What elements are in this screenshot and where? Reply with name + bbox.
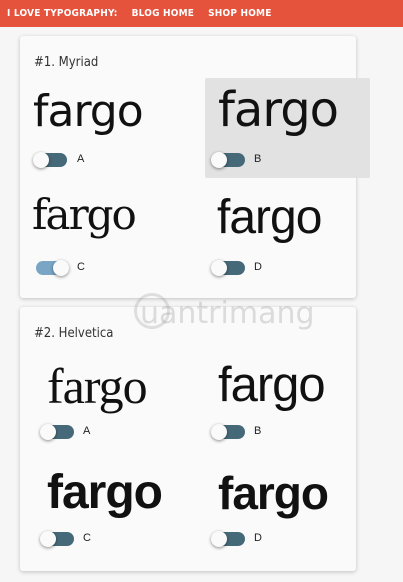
sample-word: fargo <box>32 190 137 239</box>
toggle-switch-b[interactable] <box>211 424 245 440</box>
quiz-card-helvetica: #2. Helvetica fargo A fargo B fargo C fa… <box>20 307 356 571</box>
option-tile-b[interactable]: fargo B <box>205 355 370 455</box>
toggle-switch-b[interactable] <box>211 152 245 168</box>
quiz-card-myriad: #1. Myriad fargo A fargo B fargo C fargo… <box>20 36 370 298</box>
sample-word: fargo <box>47 358 148 414</box>
sample-word: fargo <box>217 191 322 244</box>
sample-word: fargo <box>47 466 163 519</box>
sample-word: fargo <box>218 82 339 138</box>
toggle-switch-a[interactable] <box>33 152 67 168</box>
option-letter: D <box>254 261 262 273</box>
option-tile-d[interactable]: fargo D <box>205 467 370 567</box>
toggle-knob <box>211 424 227 440</box>
toggle-knob <box>211 531 227 547</box>
toggle-knob <box>53 260 69 276</box>
option-tile-d[interactable]: fargo D <box>205 188 370 288</box>
option-tile-a[interactable]: fargo A <box>20 78 186 178</box>
blog-home-link[interactable]: BLOG HOME <box>132 8 194 19</box>
top-nav-bar: I LOVE TYPOGRAPHY: BLOG HOME SHOP HOME <box>0 0 403 27</box>
card-title: #2. Helvetica <box>34 326 114 341</box>
toggle-knob <box>33 152 49 168</box>
option-letter: B <box>254 425 262 437</box>
option-letter: C <box>77 261 85 273</box>
option-letter: C <box>83 532 91 544</box>
toggle-knob <box>40 531 56 547</box>
option-tile-a[interactable]: fargo A <box>20 355 186 455</box>
toggle-switch-c[interactable] <box>36 260 69 276</box>
shop-home-link[interactable]: SHOP HOME <box>208 8 271 19</box>
site-brand[interactable]: I LOVE TYPOGRAPHY: <box>7 8 118 19</box>
sample-word: fargo <box>33 86 144 137</box>
card-title: #1. Myriad <box>34 55 99 70</box>
sample-word: fargo <box>218 358 326 412</box>
option-letter: A <box>77 153 85 165</box>
sample-word: fargo <box>218 467 329 519</box>
toggle-knob <box>211 260 227 276</box>
toggle-knob <box>211 152 227 168</box>
option-letter: B <box>254 153 262 165</box>
option-tile-c[interactable]: fargo C <box>20 467 186 567</box>
toggle-switch-d[interactable] <box>211 260 245 276</box>
toggle-switch-c[interactable] <box>40 531 74 547</box>
option-letter: D <box>254 532 262 544</box>
toggle-knob <box>40 424 56 440</box>
toggle-switch-d[interactable] <box>211 531 245 547</box>
option-tile-b[interactable]: fargo B <box>205 78 370 178</box>
option-letter: A <box>83 425 91 437</box>
toggle-switch-a[interactable] <box>40 424 74 440</box>
option-tile-c[interactable]: fargo C <box>20 188 186 288</box>
